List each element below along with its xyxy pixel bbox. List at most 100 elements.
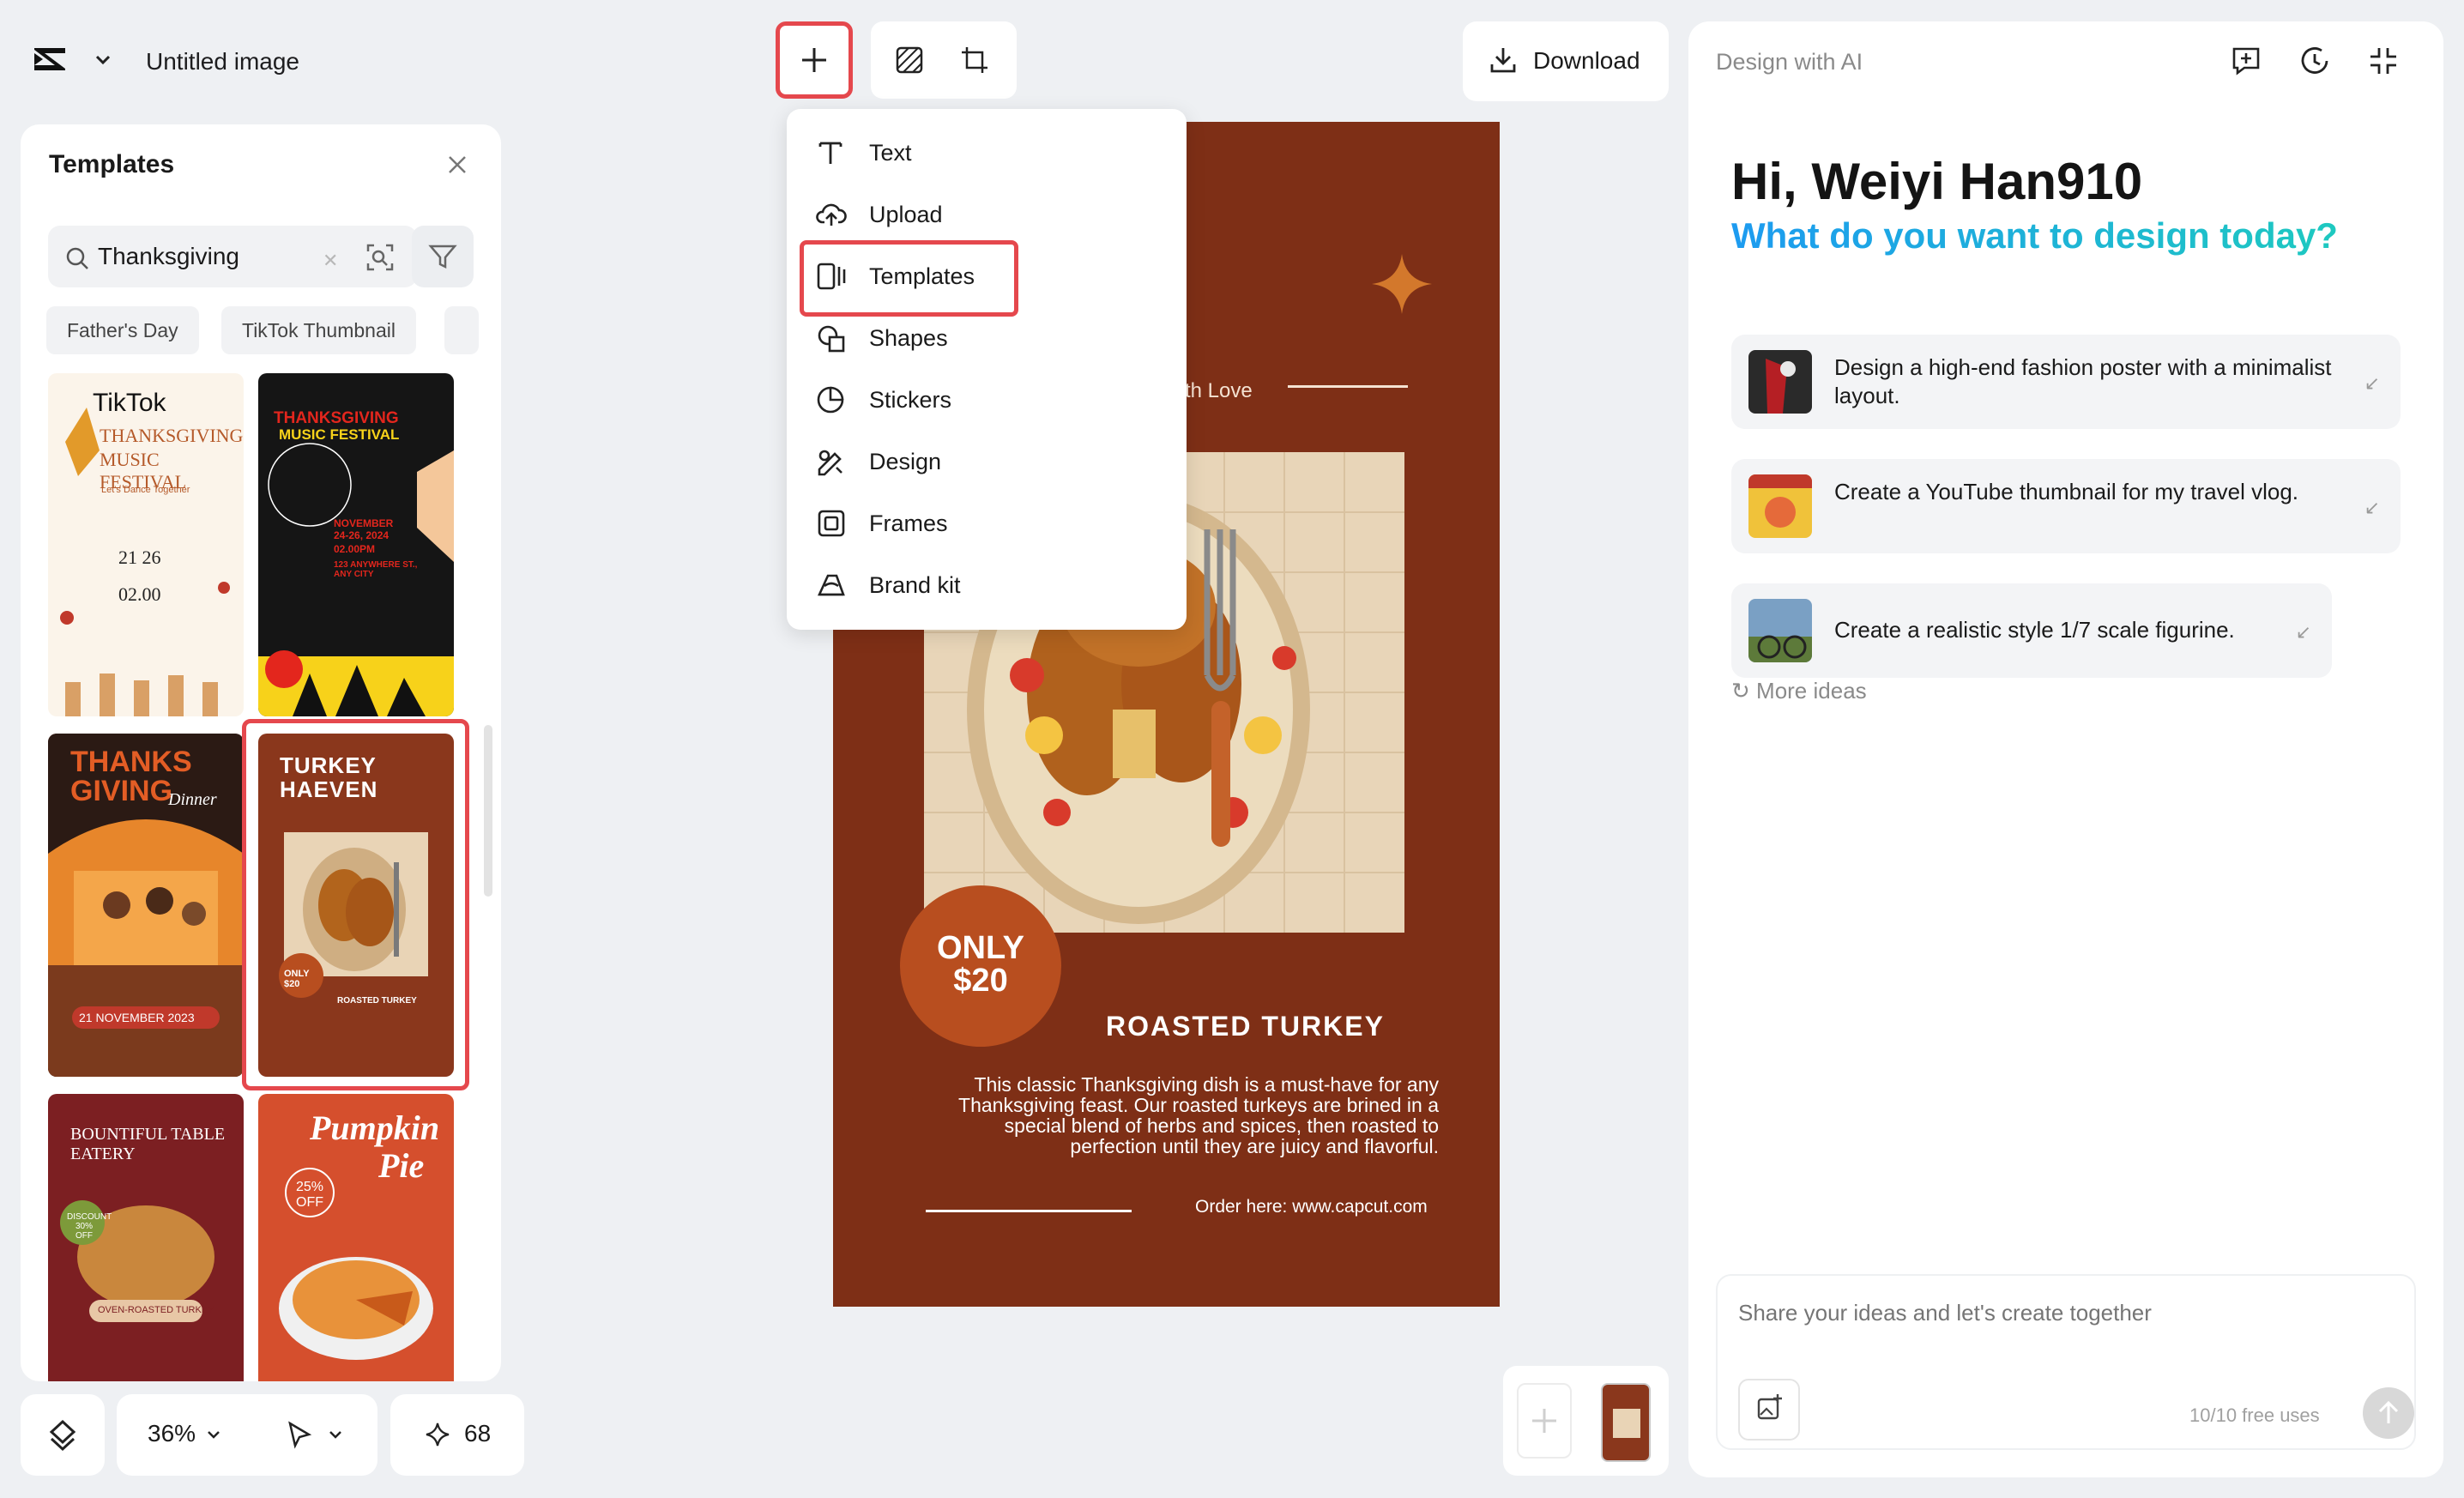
image-search-icon[interactable] (365, 243, 395, 272)
greeting-title: Hi, Weiyi Han910 (1731, 153, 2143, 210)
menu-item-frames[interactable]: Frames (787, 492, 1187, 553)
thumb-text: THANKSGIVING (100, 425, 244, 446)
menu-item-label: Frames (869, 510, 948, 536)
sparkle-shape[interactable] (1370, 252, 1434, 316)
price-badge-price: $20 (953, 963, 1008, 999)
divider-line (926, 1210, 1132, 1212)
thumb-text: NOVEMBER (334, 517, 394, 529)
menu-item-brand-kit[interactable]: Brand kit (787, 553, 1187, 615)
collapse-icon[interactable] (2366, 44, 2401, 78)
pointer-tool-icon[interactable] (285, 1420, 314, 1449)
chip-fathers-day[interactable]: Father's Day (46, 306, 199, 354)
template-thumbnail[interactable]: THANKS GIVING Dinner 21 NOVEMBER 2023 (48, 734, 244, 1077)
zoom-level[interactable]: 36% (148, 1420, 196, 1447)
suggestion-card[interactable]: Design a high-end fashion poster with a … (1731, 335, 2401, 429)
clear-search-icon[interactable]: ✕ (323, 250, 338, 272)
template-thumbnail[interactable]: Pumpkin Pie 25% OFF (258, 1094, 454, 1381)
filter-button[interactable] (412, 226, 474, 287)
canvas-tools (871, 21, 1017, 99)
thumb-text: TikTok (93, 389, 166, 417)
ai-panel-title: Design with AI (1716, 49, 1863, 75)
add-menu: Text Upload Templates Shapes Stickers De… (787, 109, 1187, 630)
canvas-product-title[interactable]: ROASTED TURKEY (1106, 1011, 1385, 1042)
thumb-text: 02.00 (118, 583, 161, 605)
thumb-text: DISCOUNT 30% OFF (67, 1212, 112, 1241)
page-thumbnail[interactable] (1601, 1383, 1651, 1462)
suggestion-text: Create a YouTube thumbnail for my travel… (1834, 479, 2298, 504)
chip-tiktok-thumbnail[interactable]: TikTok Thumbnail (221, 306, 416, 354)
canvas-description[interactable]: This classic Thanksgiving dish is a must… (915, 1074, 1439, 1157)
zoom-control[interactable]: 36% (117, 1394, 377, 1476)
history-icon[interactable] (2298, 44, 2332, 78)
chevron-down-icon[interactable] (204, 1425, 223, 1444)
resize-icon[interactable] (960, 45, 989, 75)
thumb-text: 24-26, 2024 (334, 529, 390, 541)
menu-item-text[interactable]: Text (787, 121, 1187, 183)
download-label: Download (1533, 47, 1640, 74)
menu-item-label: Upload (869, 202, 943, 227)
menu-item-label: Brand kit (869, 572, 961, 598)
chevron-down-icon[interactable] (326, 1425, 345, 1444)
thumb-text: 02.00PM (334, 543, 376, 555)
frames-icon (816, 509, 847, 538)
layers-button[interactable] (21, 1394, 105, 1476)
suggestion-thumbnail (1748, 474, 1812, 538)
thumb-text: THANKSGIVING (274, 409, 399, 427)
attach-image-button[interactable] (1738, 1379, 1800, 1441)
suggestion-card[interactable]: Create a YouTube thumbnail for my travel… (1731, 459, 2401, 553)
free-uses-counter: 10/10 free uses (2189, 1404, 2320, 1426)
plus-icon (1532, 1409, 1556, 1433)
chip-more[interactable] (444, 306, 479, 354)
selected-template-highlight (242, 719, 469, 1090)
send-button[interactable] (2363, 1387, 2414, 1439)
document-title[interactable]: Untitled image (146, 48, 299, 76)
capcut-logo-icon[interactable] (31, 45, 70, 74)
menu-item-label: Design (869, 449, 942, 474)
thumb-text: GIVING (70, 775, 173, 807)
template-thumbnail[interactable]: TikTok THANKSGIVING MUSIC FESTIVAL Let's… (48, 373, 244, 716)
thumb-text: 123 ANYWHERE ST., ANY CITY (334, 560, 418, 579)
credits-button[interactable]: 68 (390, 1394, 524, 1476)
menu-item-highlight (800, 240, 1018, 317)
template-thumbnail[interactable]: THANKSGIVING MUSIC FESTIVAL NOVEMBER 24-… (258, 373, 454, 716)
search-icon (65, 246, 89, 270)
greeting-subtitle: What do you want to design today? (1731, 215, 2338, 256)
add-image-icon (1757, 1394, 1782, 1420)
arrow-up-icon (2378, 1400, 2399, 1423)
canvas-tagline[interactable]: th Love (1185, 379, 1253, 403)
close-icon[interactable] (446, 154, 468, 176)
thumb-text: BOUNTIFUL TABLE EATERY (70, 1125, 226, 1163)
menu-item-label: Text (869, 140, 912, 166)
suggestion-thumbnail (1748, 350, 1812, 414)
add-button[interactable] (776, 21, 853, 99)
templates-scrollbar[interactable] (484, 725, 492, 897)
thumb-text: Pie (378, 1146, 425, 1185)
menu-item-upload[interactable]: Upload (787, 183, 1187, 245)
text-icon (816, 138, 845, 167)
canvas-order-link[interactable]: Order here: www.capcut.com (1195, 1197, 1428, 1217)
arrow-down-left-icon: ↙ (2295, 621, 2311, 643)
price-badge[interactable]: ONLY $20 (900, 885, 1061, 1047)
suggestion-card[interactable]: Create a realistic style 1/7 scale figur… (1731, 583, 2332, 678)
search-input[interactable] (98, 241, 304, 272)
menu-item-label: Stickers (869, 387, 952, 413)
thumb-text: OVEN-ROASTED TURKEY (98, 1305, 214, 1315)
menu-item-design[interactable]: Design (787, 430, 1187, 492)
new-chat-icon[interactable] (2229, 44, 2263, 78)
template-thumbnail[interactable]: BOUNTIFUL TABLE EATERY DISCOUNT 30% OFF … (48, 1094, 244, 1381)
chevron-down-icon[interactable] (93, 50, 113, 70)
chat-input-box: 10/10 free uses (1716, 1274, 2416, 1450)
arrow-down-left-icon: ↙ (2364, 372, 2380, 394)
brand-kit-icon (816, 571, 847, 600)
more-ideas-button[interactable]: ↻ More ideas (1731, 678, 1867, 704)
download-button[interactable]: Download (1463, 21, 1669, 101)
chat-input[interactable] (1738, 1300, 2390, 1326)
background-icon[interactable] (895, 45, 924, 75)
refresh-icon: ↻ (1731, 678, 1750, 704)
add-page-button[interactable] (1517, 1383, 1572, 1459)
thumb-text: Let's Dance Together (101, 485, 190, 495)
menu-item-stickers[interactable]: Stickers (787, 368, 1187, 430)
thumb-text: 25% OFF (295, 1180, 324, 1210)
filter-icon (428, 245, 457, 269)
thumb-text: MUSIC FESTIVAL (279, 426, 400, 443)
